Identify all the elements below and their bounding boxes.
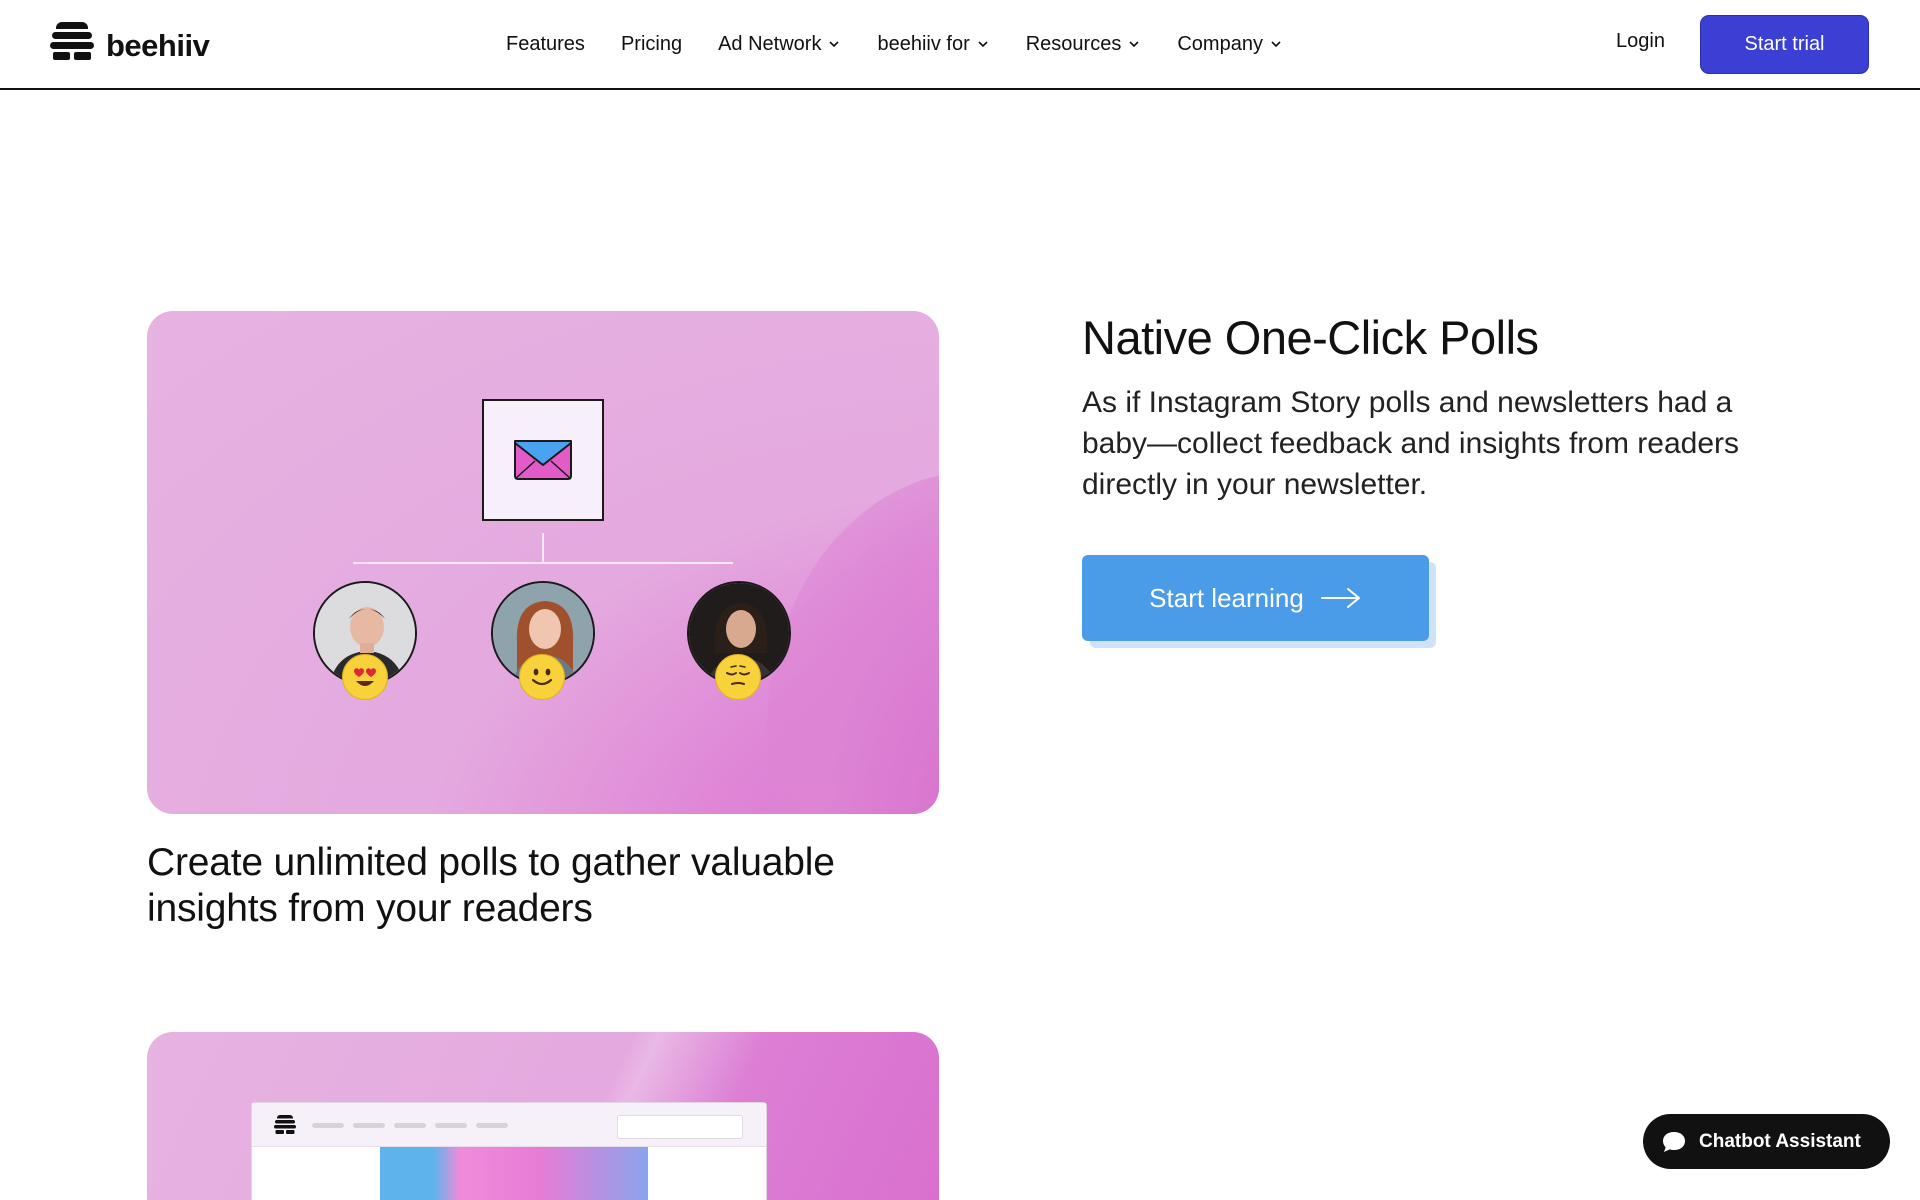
nav-link-label: Pricing [620,32,683,55]
smile-emoji-icon [519,654,565,700]
nav-link-label: Resources [1025,32,1122,55]
polls-illustration-card [147,311,939,814]
mockup-nav-placeholder [435,1123,467,1128]
chevron-down-icon [978,41,988,48]
chevron-down-icon [1129,41,1139,48]
feature-description: As if Instagram Story polls and newslett… [1082,386,1740,501]
nav-link-company[interactable]: Company [1177,33,1283,56]
nav-link-label: Ad Network [718,32,822,55]
pensive-emoji-icon [715,654,761,700]
mockup-nav-placeholder [394,1123,426,1128]
nav-link-ad-network[interactable]: Ad Network [718,33,841,56]
dashboard-illustration-card [147,1032,939,1200]
mockup-search-placeholder [617,1115,743,1139]
start-learning-button[interactable]: Start learning [1082,555,1429,641]
arrow-right-icon [1320,588,1360,608]
nav-link-beehiiv-for[interactable]: beehiiv for [877,33,989,56]
mockup-nav-placeholder [353,1123,385,1128]
chat-bubble-icon [1663,1131,1685,1152]
nav-link-label: Features [506,32,585,55]
chevron-down-icon [829,41,840,48]
nav-link-label: beehiiv for [877,32,970,55]
mockup-nav-placeholder [476,1123,508,1128]
start-trial-button[interactable]: Start trial [1700,15,1869,74]
top-navigation: beehiiv Features Pricing Ad Network beeh… [0,0,1920,90]
mockup-nav-placeholder [312,1123,344,1128]
feature-title: Native One-Click Polls [1082,311,1539,364]
login-link[interactable]: Login [1616,30,1665,53]
card-caption: Create unlimited polls to gather valuabl… [147,841,835,930]
nav-link-pricing[interactable]: Pricing [621,33,682,56]
logo-link[interactable]: beehiiv [50,22,210,69]
mockup-toolbar [252,1103,766,1147]
heart-eyes-emoji-icon [342,654,388,700]
start-learning-label: Start learning [1149,582,1304,613]
nav-menu: Features Pricing Ad Network beehiiv for … [506,0,1319,88]
nav-link-features[interactable]: Features [506,33,585,56]
mockup-hero-image [380,1147,648,1200]
chevron-down-icon [1271,41,1281,48]
nav-link-label: Company [1177,32,1263,55]
beehiiv-logo-icon [274,1115,296,1134]
connector-line [353,562,733,564]
logo-text: beehiiv [106,27,210,63]
newsletter-envelope-box [482,399,604,521]
chatbot-assistant-button[interactable]: Chatbot Assistant [1643,1114,1890,1169]
nav-link-resources[interactable]: Resources [1026,33,1142,56]
card-gradient-blob [767,471,939,814]
chatbot-label: Chatbot Assistant [1699,1130,1861,1152]
envelope-icon [514,440,572,480]
dashboard-mockup [251,1102,767,1200]
connector-line [542,533,544,563]
beehiiv-logo-icon [50,22,94,69]
